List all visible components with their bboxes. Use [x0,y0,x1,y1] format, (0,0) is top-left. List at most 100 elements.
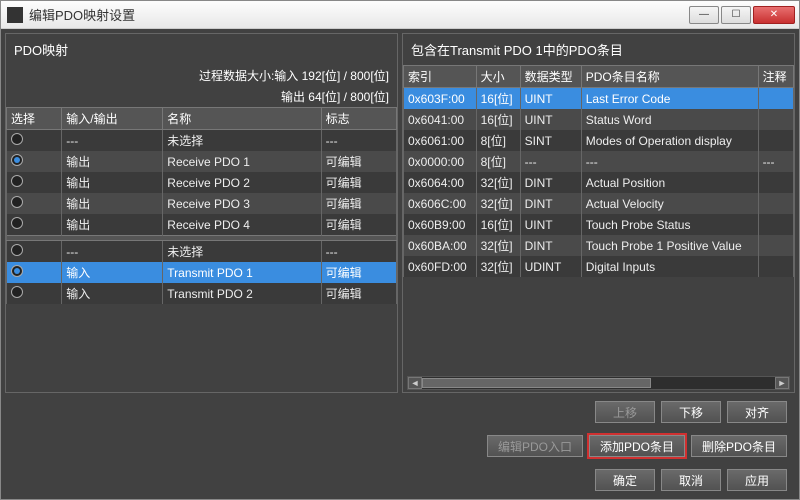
entry-move-buttons: 上移 下移 对齐 [5,397,795,427]
cancel-button[interactable]: 取消 [661,469,721,491]
radio-icon[interactable] [11,265,23,277]
io-cell: 输入 [62,262,163,283]
scroll-right-button[interactable]: ► [775,377,789,389]
index-cell: 0x6064:00 [404,172,477,193]
size-cell: 16[位] [476,88,520,110]
select-cell[interactable] [7,172,62,193]
size-cell: 32[位] [476,256,520,277]
entry-edit-buttons: 编辑PDO入口 添加PDO条目 删除PDO条目 [5,431,795,461]
add-pdo-entry-button[interactable]: 添加PDO条目 [589,435,685,457]
flag-cell: --- [321,130,396,152]
table-row[interactable]: 0x606C:0032[位]DINTActual Velocity [404,193,794,214]
name-cell: Receive PDO 4 [163,214,321,236]
radio-icon[interactable] [11,175,23,187]
apply-button[interactable]: 应用 [727,469,787,491]
table-row[interactable]: 0x6041:0016[位]UINTStatus Word [404,109,794,130]
size-cell: 32[位] [476,235,520,256]
move-down-button[interactable]: 下移 [661,401,721,423]
index-cell: 0x6041:00 [404,109,477,130]
table-row[interactable]: 输出Receive PDO 2可编辑 [7,172,397,193]
col-type[interactable]: 数据类型 [520,66,581,88]
app-icon [7,7,23,23]
select-cell[interactable] [7,241,62,263]
io-cell: --- [62,241,163,263]
col-index[interactable]: 索引 [404,66,477,88]
name-cell: Digital Inputs [581,256,758,277]
radio-icon[interactable] [11,286,23,298]
io-cell: --- [62,130,163,152]
name-cell: 未选择 [163,130,321,152]
index-cell: 0x6061:00 [404,130,477,151]
table-row[interactable]: 0x603F:0016[位]UINTLast Error Code [404,88,794,110]
table-row[interactable]: 0x6061:008[位]SINTModes of Operation disp… [404,130,794,151]
radio-icon[interactable] [11,217,23,229]
flag-cell: 可编辑 [321,283,396,304]
scroll-thumb[interactable] [422,378,651,388]
ok-button[interactable]: 确定 [595,469,655,491]
col-io[interactable]: 输入/输出 [62,108,163,130]
io-cell: 输出 [62,214,163,236]
table-row[interactable]: 0x60BA:0032[位]DINTTouch Probe 1 Positive… [404,235,794,256]
radio-icon[interactable] [11,133,23,145]
name-cell: Transmit PDO 1 [163,262,321,283]
pdo-entries-pane: 包含在Transmit PDO 1中的PDO条目 索引 大小 数据类型 PDO条… [402,33,795,393]
table-row[interactable]: 0x60B9:0016[位]UINTTouch Probe Status [404,214,794,235]
radio-icon[interactable] [11,244,23,256]
table-row[interactable]: 0x6064:0032[位]DINTActual Position [404,172,794,193]
content-area: PDO映射 过程数据大小:输入 192[位] / 800[位] 输出 64[位]… [1,29,799,499]
titlebar[interactable]: 编辑PDO映射设置 — ☐ ✕ [1,1,799,29]
minimize-button[interactable]: — [689,6,719,24]
table-row[interactable]: 输入Transmit PDO 1可编辑 [7,262,397,283]
name-cell: 未选择 [163,241,321,263]
flag-cell: 可编辑 [321,262,396,283]
radio-icon[interactable] [11,154,23,166]
close-button[interactable]: ✕ [753,6,795,24]
radio-icon[interactable] [11,196,23,208]
size-cell: 8[位] [476,151,520,172]
name-cell: Transmit PDO 2 [163,283,321,304]
col-select[interactable]: 选择 [7,108,62,130]
table-header-row: 索引 大小 数据类型 PDO条目名称 注释 [404,66,794,88]
name-cell: Touch Probe Status [581,214,758,235]
type-cell: UINT [520,214,581,235]
table-row[interactable]: 输出Receive PDO 1可编辑 [7,151,397,172]
table-row[interactable]: 输出Receive PDO 3可编辑 [7,193,397,214]
select-cell[interactable] [7,214,62,236]
col-entry-name[interactable]: PDO条目名称 [581,66,758,88]
align-button[interactable]: 对齐 [727,401,787,423]
size-cell: 32[位] [476,172,520,193]
io-cell: 输出 [62,151,163,172]
col-note[interactable]: 注释 [758,66,793,88]
io-cell: 输入 [62,283,163,304]
col-size[interactable]: 大小 [476,66,520,88]
table-row[interactable]: ---未选择--- [7,241,397,263]
index-cell: 0x603F:00 [404,88,477,110]
move-up-button[interactable]: 上移 [595,401,655,423]
select-cell[interactable] [7,262,62,283]
edit-pdo-entry-button[interactable]: 编辑PDO入口 [487,435,583,457]
scroll-left-button[interactable]: ◄ [408,377,422,389]
name-cell: Touch Probe 1 Positive Value [581,235,758,256]
horizontal-scrollbar[interactable]: ◄ ► [407,376,790,390]
dialog-buttons: 确定 取消 应用 [5,465,795,495]
maximize-button[interactable]: ☐ [721,6,751,24]
table-row[interactable]: ---未选择--- [7,130,397,152]
table-row[interactable]: 0x0000:008[位]--------- [404,151,794,172]
table-row[interactable]: 输出Receive PDO 4可编辑 [7,214,397,236]
delete-pdo-entry-button[interactable]: 删除PDO条目 [691,435,787,457]
note-cell [758,109,793,130]
select-cell[interactable] [7,151,62,172]
flag-cell: 可编辑 [321,214,396,236]
select-cell[interactable] [7,283,62,304]
io-cell: 输出 [62,172,163,193]
select-cell[interactable] [7,193,62,214]
table-row[interactable]: 0x60FD:0032[位]UDINTDigital Inputs [404,256,794,277]
name-cell: Modes of Operation display [581,130,758,151]
index-cell: 0x60B9:00 [404,214,477,235]
select-cell[interactable] [7,130,62,152]
table-row[interactable]: 输入Transmit PDO 2可编辑 [7,283,397,304]
index-cell: 0x0000:00 [404,151,477,172]
name-cell: Actual Velocity [581,193,758,214]
col-name[interactable]: 名称 [163,108,321,130]
col-flag[interactable]: 标志 [321,108,396,130]
